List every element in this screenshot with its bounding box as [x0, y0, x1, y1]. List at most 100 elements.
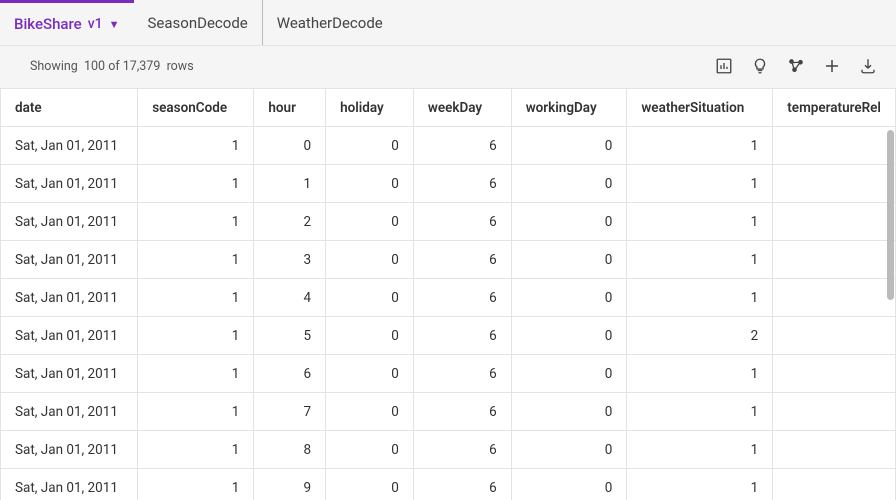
cell-seasonCode: 1	[138, 393, 254, 431]
cell-weekDay: 6	[413, 127, 511, 165]
cell-date: Sat, Jan 01, 2011	[1, 203, 138, 241]
cell-date: Sat, Jan 01, 2011	[1, 241, 138, 279]
table-row[interactable]: Sat, Jan 01, 2011110601	[1, 165, 896, 203]
cell-workingDay: 0	[511, 431, 627, 469]
col-header-weathersituation[interactable]: weatherSituation	[627, 89, 773, 127]
cell-date: Sat, Jan 01, 2011	[1, 317, 138, 355]
cell-holiday: 0	[326, 241, 414, 279]
cell-date: Sat, Jan 01, 2011	[1, 431, 138, 469]
cell-seasonCode: 1	[138, 203, 254, 241]
tab-version: v1	[88, 16, 103, 32]
col-header-holiday[interactable]: holiday	[326, 89, 414, 127]
cell-weekDay: 6	[413, 203, 511, 241]
cell-holiday: 0	[326, 279, 414, 317]
cell-temperatureRel	[773, 203, 896, 241]
cell-workingDay: 0	[511, 355, 627, 393]
cell-weekDay: 6	[413, 317, 511, 355]
cell-date: Sat, Jan 01, 2011	[1, 165, 138, 203]
cell-seasonCode: 1	[138, 127, 254, 165]
cell-date: Sat, Jan 01, 2011	[1, 279, 138, 317]
toolbar	[714, 56, 878, 76]
tab-weatherdecode[interactable]: WeatherDecode	[263, 0, 397, 45]
cell-weatherSituation: 1	[627, 279, 773, 317]
cell-date: Sat, Jan 01, 2011	[1, 469, 138, 500]
scrollbar-thumb[interactable]	[887, 130, 894, 300]
table-scroll[interactable]: date seasonCode hour holiday weekDay wor…	[0, 88, 896, 500]
cell-hour: 4	[254, 279, 326, 317]
graph-icon[interactable]	[786, 56, 806, 76]
cell-temperatureRel	[773, 469, 896, 500]
cell-date: Sat, Jan 01, 2011	[1, 127, 138, 165]
table-row[interactable]: Sat, Jan 01, 2011160601	[1, 355, 896, 393]
cell-weekDay: 6	[413, 393, 511, 431]
tab-bikeshare[interactable]: BikeShare v1 ▼	[0, 0, 134, 45]
cell-date: Sat, Jan 01, 2011	[1, 393, 138, 431]
table-header: date seasonCode hour holiday weekDay wor…	[1, 89, 896, 127]
plus-icon[interactable]	[822, 56, 842, 76]
cell-workingDay: 0	[511, 241, 627, 279]
col-header-hour[interactable]: hour	[254, 89, 326, 127]
table-row[interactable]: Sat, Jan 01, 2011180601	[1, 431, 896, 469]
cell-seasonCode: 1	[138, 469, 254, 500]
cell-workingDay: 0	[511, 203, 627, 241]
cell-holiday: 0	[326, 393, 414, 431]
row-count-text: Showing 100 of 17,379 rows	[30, 59, 194, 74]
col-header-seasoncode[interactable]: seasonCode	[138, 89, 254, 127]
cell-seasonCode: 1	[138, 317, 254, 355]
cell-workingDay: 0	[511, 165, 627, 203]
download-icon[interactable]	[858, 56, 878, 76]
table-row[interactable]: Sat, Jan 01, 2011190601	[1, 469, 896, 500]
caret-down-icon[interactable]: ▼	[109, 18, 120, 31]
table-row[interactable]: Sat, Jan 01, 2011120601	[1, 203, 896, 241]
table-row[interactable]: Sat, Jan 01, 2011100601	[1, 127, 896, 165]
cell-seasonCode: 1	[138, 165, 254, 203]
cell-holiday: 0	[326, 317, 414, 355]
cell-temperatureRel	[773, 165, 896, 203]
cell-hour: 8	[254, 431, 326, 469]
cell-seasonCode: 1	[138, 355, 254, 393]
table-row[interactable]: Sat, Jan 01, 2011130601	[1, 241, 896, 279]
cell-holiday: 0	[326, 165, 414, 203]
cell-weatherSituation: 1	[627, 165, 773, 203]
cell-seasonCode: 1	[138, 241, 254, 279]
cell-holiday: 0	[326, 127, 414, 165]
cell-weekDay: 6	[413, 431, 511, 469]
table-row[interactable]: Sat, Jan 01, 2011150602	[1, 317, 896, 355]
cell-weekDay: 6	[413, 241, 511, 279]
cell-seasonCode: 1	[138, 279, 254, 317]
cell-temperatureRel	[773, 393, 896, 431]
cell-hour: 7	[254, 393, 326, 431]
cell-hour: 6	[254, 355, 326, 393]
cell-weekDay: 6	[413, 279, 511, 317]
col-header-temperaturerel[interactable]: temperatureRel	[773, 89, 896, 127]
tab-label: SeasonDecode	[148, 14, 248, 32]
cell-hour: 1	[254, 165, 326, 203]
cell-weatherSituation: 1	[627, 469, 773, 500]
col-header-weekday[interactable]: weekDay	[413, 89, 511, 127]
chart-icon[interactable]	[714, 56, 734, 76]
col-header-date[interactable]: date	[1, 89, 138, 127]
cell-hour: 2	[254, 203, 326, 241]
cell-weekDay: 6	[413, 165, 511, 203]
cell-weatherSituation: 1	[627, 203, 773, 241]
table-row[interactable]: Sat, Jan 01, 2011140601	[1, 279, 896, 317]
cell-temperatureRel	[773, 127, 896, 165]
cell-workingDay: 0	[511, 279, 627, 317]
cell-temperatureRel	[773, 431, 896, 469]
col-header-workingday[interactable]: workingDay	[511, 89, 627, 127]
cell-weatherSituation: 1	[627, 431, 773, 469]
cell-workingDay: 0	[511, 393, 627, 431]
lightbulb-icon[interactable]	[750, 56, 770, 76]
cell-weatherSituation: 1	[627, 241, 773, 279]
table-wrap: date seasonCode hour holiday weekDay wor…	[0, 88, 896, 500]
cell-weatherSituation: 2	[627, 317, 773, 355]
tab-label: WeatherDecode	[277, 14, 383, 32]
table-row[interactable]: Sat, Jan 01, 2011170601	[1, 393, 896, 431]
cell-weatherSituation: 1	[627, 355, 773, 393]
cell-weekDay: 6	[413, 355, 511, 393]
cell-temperatureRel	[773, 317, 896, 355]
cell-holiday: 0	[326, 355, 414, 393]
table-body: Sat, Jan 01, 2011100601Sat, Jan 01, 2011…	[1, 127, 896, 500]
cell-temperatureRel	[773, 355, 896, 393]
tab-seasondecode[interactable]: SeasonDecode	[134, 0, 263, 45]
